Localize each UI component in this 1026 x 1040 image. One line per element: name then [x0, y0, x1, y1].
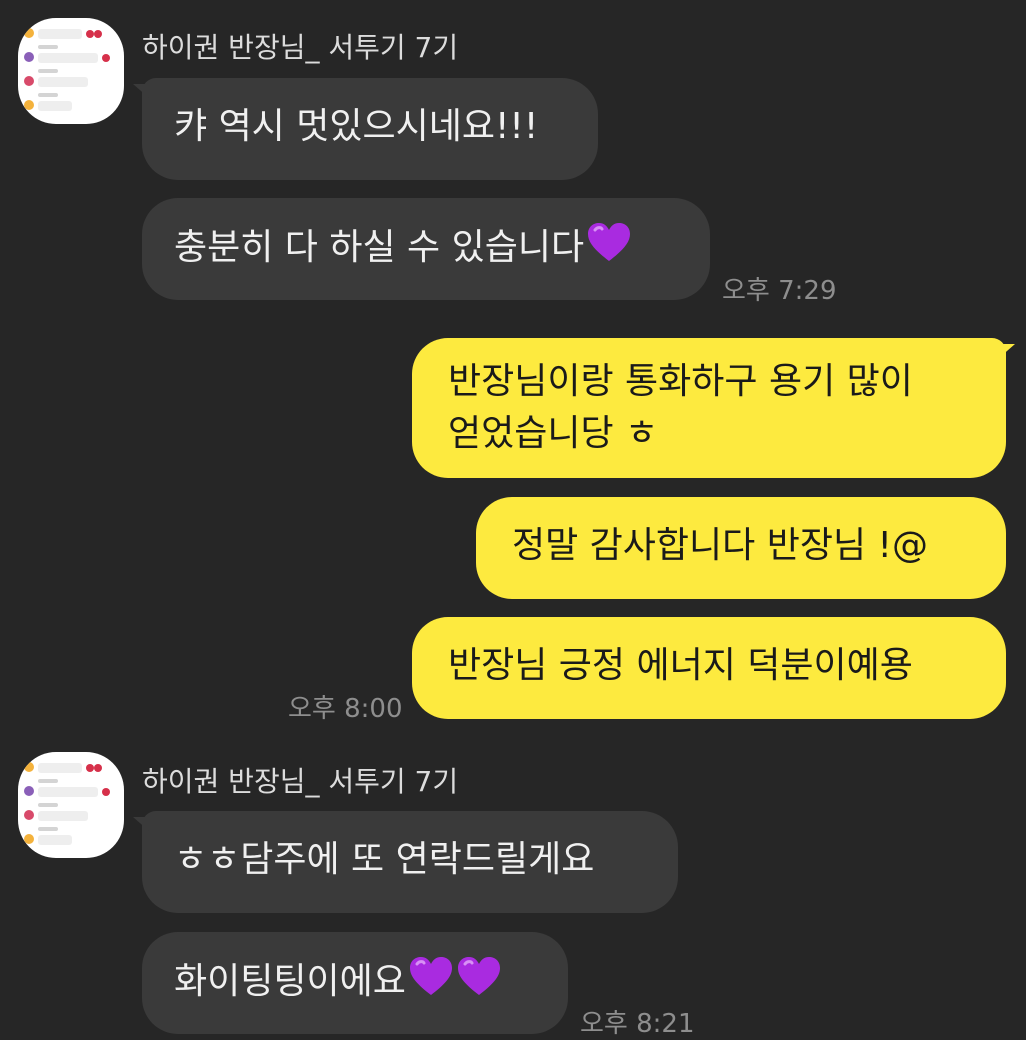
message-bubble[interactable]: 반장님 긍정 에너지 덕분이예용	[412, 617, 1006, 719]
message-text: 충분히 다 하실 수 있습니다	[174, 227, 585, 268]
message-bubble[interactable]: ㅎㅎ담주에 또 연락드릴게요	[133, 811, 678, 913]
message-bubble[interactable]: 캬 역시 멋있으시네요!!!	[133, 78, 598, 180]
sender-avatar[interactable]	[18, 18, 124, 124]
sender-name[interactable]: 하이권 반장님_ 서투기 7기	[142, 26, 458, 66]
message-text-line: 얻었습니당 ㅎ	[448, 413, 659, 454]
message-text: 정말 감사합니다 반장님 !@	[512, 525, 928, 566]
message-timestamp: 오후 7:29	[722, 276, 837, 306]
message-text: 화이팅팅이에요	[174, 961, 406, 1002]
message-text: 캬 역시 멋있으시네요!!!	[174, 106, 539, 147]
message-text-line: 반장님이랑 통화하구 용기 많이	[448, 361, 913, 402]
message-bubble[interactable]: 반장님이랑 통화하구 용기 많이 얻었습니당 ㅎ	[412, 338, 1015, 478]
message-text: 반장님 긍정 에너지 덕분이예용	[448, 645, 913, 686]
sender-name[interactable]: 하이권 반장님_ 서투기 7기	[142, 760, 458, 800]
message-bubble[interactable]: 화이팅팅이에요	[142, 932, 568, 1034]
purple-heart-icon	[408, 955, 454, 1012]
purple-heart-icon	[586, 221, 632, 278]
message-timestamp: 오후 8:00	[288, 694, 403, 724]
message-bubble[interactable]: 충분히 다 하실 수 있습니다	[142, 198, 710, 300]
message-timestamp: 오후 8:21	[580, 1009, 695, 1039]
message-text: ㅎㅎ담주에 또 연락드릴게요	[174, 839, 595, 880]
message-bubble[interactable]: 정말 감사합니다 반장님 !@	[476, 497, 1006, 599]
purple-heart-icon	[456, 955, 502, 1012]
sender-avatar[interactable]	[18, 752, 124, 858]
